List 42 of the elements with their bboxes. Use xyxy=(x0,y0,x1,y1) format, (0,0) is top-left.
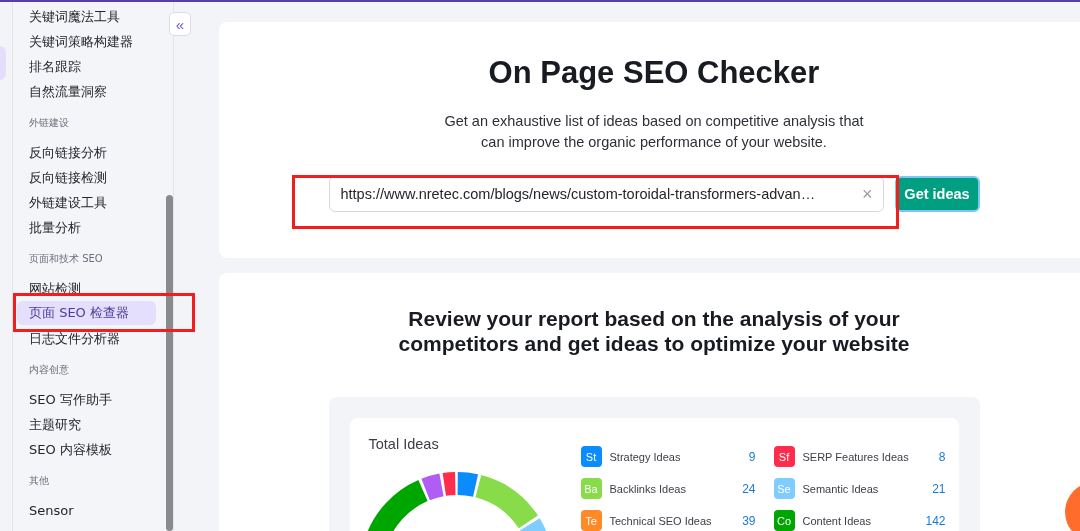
section-heading: 其他 xyxy=(28,474,50,488)
scrollbar-thumb[interactable] xyxy=(166,195,173,531)
card-title: Total Ideas xyxy=(368,436,439,454)
sidebar-item[interactable]: 页面 SEO 检查器 xyxy=(17,301,156,325)
idea-badge: Sf xyxy=(773,446,795,467)
idea-label: Semantic Ideas xyxy=(802,482,880,495)
sidebar-item[interactable]: 主题研究 xyxy=(17,412,156,437)
idea-label: Strategy Ideas xyxy=(609,450,682,463)
sidebar-item[interactable]: Sensor xyxy=(17,498,156,523)
section-heading: 内容创意 xyxy=(28,363,70,377)
idea-label: Backlinks Ideas xyxy=(609,482,687,495)
collapse-button[interactable]: « xyxy=(169,12,191,36)
idea-label: SERP Features Ideas xyxy=(802,450,910,463)
section-heading: 外链建设 xyxy=(28,116,70,130)
idea-count[interactable]: 9 xyxy=(748,449,756,464)
sidebar-item[interactable]: 关键词魔法工具 xyxy=(17,4,156,29)
sidebar-item[interactable]: 反向链接检测 xyxy=(17,165,156,190)
sidebar-item[interactable]: SEO 写作助手 xyxy=(17,387,156,412)
idea-badge: Se xyxy=(773,478,795,499)
sidebar-item[interactable]: 反向链接分析 xyxy=(17,140,156,165)
idea-label: Content Ideas xyxy=(802,514,872,527)
idea-count[interactable]: 142 xyxy=(925,513,946,528)
idea-label: Technical SEO Ideas xyxy=(609,514,713,527)
idea-count[interactable]: 21 xyxy=(932,481,946,496)
sidebar-item[interactable]: 排名跟踪 xyxy=(17,54,156,79)
idea-count[interactable]: 39 xyxy=(742,513,756,528)
sidebar-item[interactable]: 日志文件分析器 xyxy=(17,326,156,351)
page-title: On Page SEO Checker xyxy=(488,55,820,91)
idea-badge: Ba xyxy=(580,478,602,499)
idea-badge: St xyxy=(580,446,602,467)
sidebar-item[interactable]: 关键词策略构建器 xyxy=(17,29,156,54)
description: Get an exhaustive list of ideas based on competitive analysis that can improve the organic performance of your website. xyxy=(444,112,864,152)
idea-badge: Te xyxy=(580,510,602,531)
sidebar-item[interactable]: 批量分析 xyxy=(17,215,156,240)
sidebar-item[interactable]: 外链建设工具 xyxy=(17,190,156,215)
report-heading: Review your report based on the analysis of your competitors and get ideas to optimize your website xyxy=(397,306,911,356)
idea-badge: Co xyxy=(773,510,795,531)
sidebar-item[interactable]: SEO 内容模板 xyxy=(17,437,156,462)
idea-count[interactable]: 24 xyxy=(742,481,756,496)
idea-count[interactable]: 8 xyxy=(938,449,946,464)
section-heading: 页面和技术 SEO xyxy=(28,252,104,266)
sidebar-item[interactable]: 自然流量洞察 xyxy=(17,79,156,104)
